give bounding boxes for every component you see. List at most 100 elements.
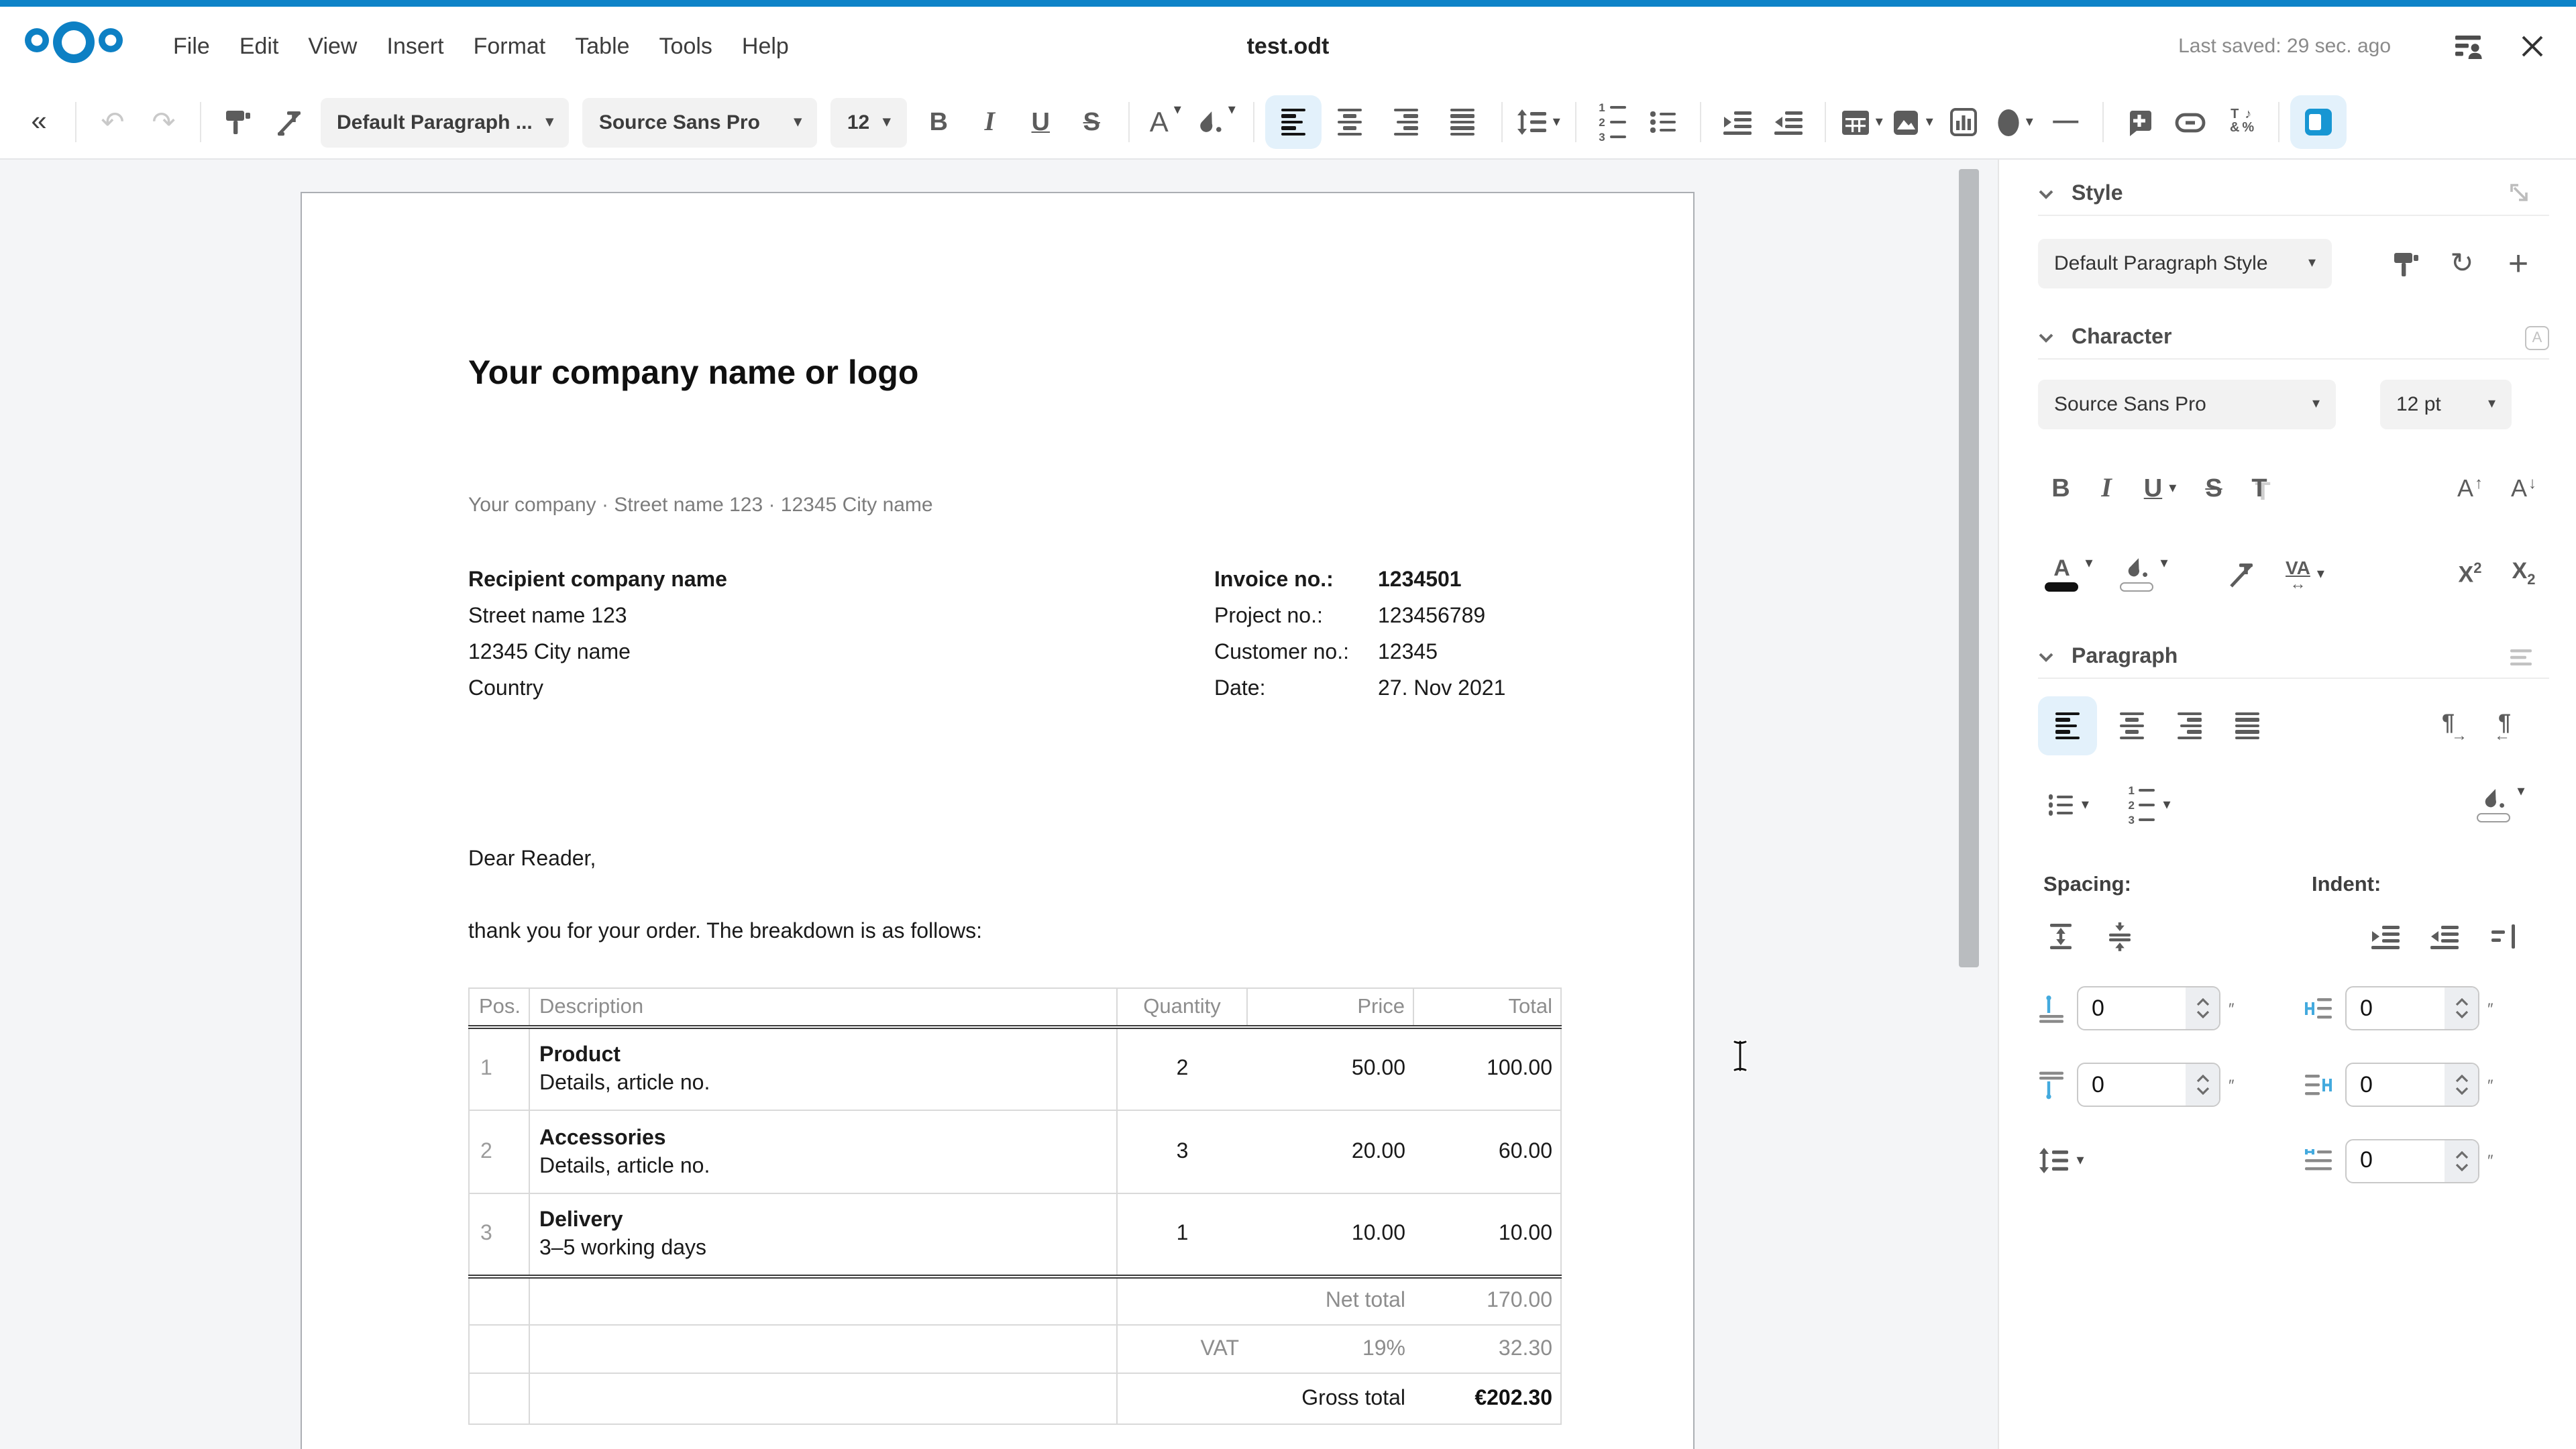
horizontal-line-button[interactable]: — bbox=[2040, 95, 2091, 149]
align-center-button[interactable] bbox=[1321, 95, 1377, 149]
character-section-header[interactable]: Character A bbox=[2038, 323, 2549, 352]
increase-indent-button[interactable] bbox=[1711, 95, 1762, 149]
strikethrough-button[interactable]: S bbox=[2191, 466, 2237, 511]
clear-formatting-button[interactable] bbox=[263, 95, 314, 149]
table-row[interactable]: 3 Delivery3–5 working days 1 10.00 10.00 bbox=[469, 1193, 1561, 1277]
menu-table[interactable]: Table bbox=[560, 7, 644, 86]
decrease-indent-button[interactable] bbox=[1762, 95, 1813, 149]
superscript-button[interactable]: X2 bbox=[2447, 551, 2493, 597]
undo-button[interactable]: ↶ bbox=[87, 95, 138, 149]
italic-button[interactable]: I bbox=[964, 95, 1015, 149]
underline-button[interactable]: U▾ bbox=[2129, 466, 2191, 511]
insert-chart-button[interactable] bbox=[1938, 95, 1989, 149]
insert-comment-button[interactable] bbox=[2114, 95, 2165, 149]
align-right-button[interactable] bbox=[1377, 95, 1434, 149]
spinner-buttons[interactable] bbox=[2445, 987, 2478, 1029]
line-spacing-button[interactable]: ▾ bbox=[2030, 1138, 2092, 1183]
collapse-toolbar-button[interactable]: « bbox=[13, 95, 64, 149]
highlight-color-button[interactable]: ▾ bbox=[2113, 551, 2175, 597]
style-name-dropdown[interactable]: Default Paragraph Style▾ bbox=[2038, 239, 2332, 288]
menu-tools[interactable]: Tools bbox=[645, 7, 727, 86]
menu-format[interactable]: Format bbox=[459, 7, 561, 86]
justify-button[interactable] bbox=[2224, 703, 2270, 749]
paragraph-background-color-button[interactable]: ▾ bbox=[2470, 782, 2532, 828]
salutation-text[interactable]: Dear Reader, bbox=[468, 845, 1559, 875]
menu-help[interactable]: Help bbox=[727, 7, 804, 86]
character-dialog-icon[interactable]: A bbox=[2525, 325, 2549, 350]
above-paragraph-spacing-input[interactable]: 0 bbox=[2077, 986, 2220, 1030]
strikethrough-button[interactable]: S bbox=[1066, 95, 1117, 149]
paragraph-section-header[interactable]: Paragraph bbox=[2038, 643, 2549, 671]
document-page[interactable]: Your company name or logo Your company ·… bbox=[301, 192, 1695, 1449]
font-color-button[interactable]: A▾ bbox=[1140, 95, 1191, 149]
ordered-list-button[interactable]: 1 2 3 ▾ bbox=[2118, 782, 2180, 828]
font-size-dropdown[interactable]: 12▾ bbox=[831, 97, 906, 147]
vat-row[interactable]: VAT 19% 32.30 bbox=[469, 1325, 1561, 1373]
recipient-block[interactable]: Recipient company name Street name 123 1… bbox=[468, 562, 1214, 707]
italic-button[interactable]: I bbox=[2084, 466, 2129, 511]
spinner-buttons[interactable] bbox=[2186, 1064, 2219, 1106]
align-center-button[interactable] bbox=[2109, 703, 2155, 749]
ordered-list-button[interactable]: 1 2 3 bbox=[1587, 95, 1638, 149]
shadow-button[interactable]: T bbox=[2237, 466, 2282, 511]
line-spacing-button[interactable]: ▾ bbox=[1513, 95, 1564, 149]
bold-button[interactable]: B bbox=[2038, 466, 2084, 511]
spinner-buttons[interactable] bbox=[2445, 1064, 2478, 1106]
special-character-button[interactable]: T♪&% bbox=[2216, 95, 2267, 149]
align-left-button[interactable] bbox=[2038, 696, 2097, 755]
expand-panel-icon[interactable] bbox=[2509, 182, 2549, 205]
sidebar-font-size-dropdown[interactable]: 12 pt▾ bbox=[2380, 380, 2512, 429]
increase-paragraph-spacing-button[interactable] bbox=[2038, 914, 2084, 959]
unordered-list-button[interactable]: ▾ bbox=[2038, 782, 2100, 828]
net-total-row[interactable]: Net total 170.00 bbox=[469, 1277, 1561, 1325]
gross-total-row[interactable]: Gross total €202.30 bbox=[469, 1373, 1561, 1424]
insert-hyperlink-button[interactable] bbox=[2165, 95, 2216, 149]
font-name-dropdown[interactable]: Source Sans Pro▾ bbox=[583, 97, 818, 147]
invoice-table[interactable]: Pos. Description Quantity Price Total 1 … bbox=[468, 987, 1562, 1425]
decrease-paragraph-spacing-button[interactable] bbox=[2097, 914, 2143, 959]
menu-view[interactable]: View bbox=[293, 7, 372, 86]
close-icon[interactable] bbox=[2509, 23, 2555, 69]
table-row[interactable]: 1 ProductDetails, article no. 2 50.00 10… bbox=[469, 1027, 1561, 1110]
redo-button[interactable]: ↷ bbox=[138, 95, 189, 149]
underline-button[interactable]: U bbox=[1015, 95, 1066, 149]
user-list-icon[interactable] bbox=[2445, 23, 2490, 69]
basic-shapes-button[interactable]: ▾ bbox=[1989, 95, 2040, 149]
bold-button[interactable]: B bbox=[913, 95, 964, 149]
unordered-list-button[interactable] bbox=[1638, 95, 1688, 149]
after-text-indent-input[interactable]: 0 bbox=[2345, 1063, 2479, 1107]
paragraph-dialog-icon[interactable] bbox=[2510, 649, 2549, 665]
character-spacing-button[interactable]: VA↔ ▾ bbox=[2274, 551, 2336, 597]
menu-file[interactable]: File bbox=[158, 7, 225, 86]
before-text-indent-input[interactable]: 0 bbox=[2345, 986, 2479, 1030]
shrink-font-button[interactable]: A↓ bbox=[2501, 466, 2546, 511]
first-line-indent-input[interactable]: 0 bbox=[2345, 1138, 2479, 1183]
decrease-indent-button[interactable] bbox=[2422, 914, 2467, 959]
clone-formatting-button[interactable] bbox=[212, 95, 263, 149]
sidebar-font-name-dropdown[interactable]: Source Sans Pro▾ bbox=[2038, 380, 2336, 429]
vertical-scrollbar-thumb[interactable] bbox=[1959, 169, 1979, 967]
hanging-indent-button[interactable] bbox=[2481, 914, 2526, 959]
new-style-button[interactable]: + bbox=[2496, 241, 2541, 286]
below-paragraph-spacing-input[interactable]: 0 bbox=[2077, 1063, 2220, 1107]
font-color-button[interactable]: A ▾ bbox=[2038, 551, 2100, 597]
insert-image-button[interactable]: ▾ bbox=[1887, 95, 1938, 149]
company-title[interactable]: Your company name or logo bbox=[468, 352, 1559, 396]
left-to-right-button[interactable]: ¶→ bbox=[2430, 703, 2475, 749]
highlight-color-button[interactable]: ▾ bbox=[1191, 95, 1242, 149]
paragraph-style-dropdown[interactable]: Default Paragraph ...▾ bbox=[321, 97, 570, 147]
style-section-header[interactable]: Style bbox=[2038, 180, 2549, 208]
increase-indent-button[interactable] bbox=[2363, 914, 2408, 959]
menu-edit[interactable]: Edit bbox=[225, 7, 294, 86]
document-canvas[interactable]: Your company name or logo Your company ·… bbox=[0, 160, 1998, 1449]
intro-text[interactable]: thank you for your order. The breakdown … bbox=[468, 918, 1559, 947]
table-row[interactable]: 2 AccessoriesDetails, article no. 3 20.0… bbox=[469, 1110, 1561, 1193]
company-address-line[interactable]: Your company · Street name 123 · 12345 C… bbox=[468, 492, 1559, 519]
grow-font-button[interactable]: A↑ bbox=[2447, 466, 2493, 511]
right-to-left-button[interactable]: ¶← bbox=[2486, 703, 2532, 749]
menu-insert[interactable]: Insert bbox=[372, 7, 459, 86]
justify-button[interactable] bbox=[1434, 95, 1490, 149]
sidebar-toggle-button[interactable] bbox=[2290, 95, 2346, 149]
spinner-buttons[interactable] bbox=[2445, 1140, 2478, 1181]
update-style-icon[interactable]: ↻ bbox=[2439, 241, 2485, 286]
